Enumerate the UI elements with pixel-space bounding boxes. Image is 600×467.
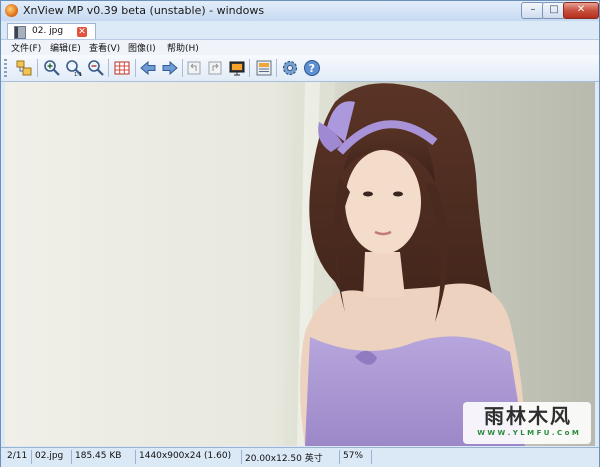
tab-image[interactable]: 02. jpg ✕ xyxy=(7,23,96,40)
tab-bar: 02. jpg ✕ xyxy=(1,21,599,40)
toolbar: 1:1 ? xyxy=(1,55,599,82)
arrow-right-icon[interactable] xyxy=(161,59,179,77)
status-separator xyxy=(31,450,32,464)
tab-close-button[interactable]: ✕ xyxy=(77,27,87,37)
watermark-logo: 雨林木风 W W W . Y L M F U . C o M xyxy=(467,404,589,438)
grid-icon[interactable] xyxy=(113,59,131,77)
status-print-size: 20.00x12.50 英寸 xyxy=(245,454,323,464)
rotate-left-icon[interactable] xyxy=(185,59,203,77)
svg-text:1:1: 1:1 xyxy=(74,72,82,77)
svg-text:?: ? xyxy=(309,62,315,75)
zoom-in-icon[interactable] xyxy=(43,59,61,77)
status-bar: 2/11 02.jpg 185.45 KB 1440x900x24 (1.60)… xyxy=(1,447,599,467)
zoom-out-icon[interactable] xyxy=(87,59,105,77)
menu-help[interactable]: 帮助(H) xyxy=(167,41,199,54)
close-button[interactable]: ✕ xyxy=(563,2,599,19)
status-dimensions: 1440x900x24 (1.60) xyxy=(139,451,232,461)
watermark-main-text: 雨林木风 xyxy=(484,404,572,428)
status-separator xyxy=(135,450,136,464)
title-bar[interactable]: XnView MP v0.39 beta (unstable) - window… xyxy=(1,1,599,21)
toolbar-grip[interactable] xyxy=(4,59,7,77)
status-separator xyxy=(371,450,372,464)
menu-edit[interactable]: 编辑(E) xyxy=(50,41,81,54)
toolbar-separator xyxy=(108,59,109,77)
status-separator xyxy=(241,450,242,464)
status-filesize: 185.45 KB xyxy=(75,451,122,461)
xnview-logo-icon xyxy=(5,4,18,17)
arrow-left-icon[interactable] xyxy=(139,59,157,77)
status-separator xyxy=(339,450,340,464)
window-title: XnView MP v0.39 beta (unstable) - window… xyxy=(23,4,265,17)
menu-image[interactable]: 图像(I) xyxy=(128,41,156,54)
browser-icon[interactable] xyxy=(15,59,33,77)
toolbar-separator xyxy=(37,59,38,77)
tab-label: 02. jpg xyxy=(32,26,64,36)
displayed-photo xyxy=(5,82,595,446)
status-separator xyxy=(71,450,72,464)
toolbar-separator xyxy=(276,59,277,77)
status-zoom: 57% xyxy=(343,451,364,461)
toolbar-separator xyxy=(135,59,136,77)
app-window: XnView MP v0.39 beta (unstable) - window… xyxy=(0,0,600,467)
help-icon[interactable]: ? xyxy=(303,59,321,77)
info-icon[interactable] xyxy=(255,59,273,77)
menu-file[interactable]: 文件(F) xyxy=(11,41,41,54)
status-filename: 02.jpg xyxy=(35,451,64,461)
zoom-actual-icon[interactable]: 1:1 xyxy=(65,59,83,78)
image-viewport[interactable]: 雨林木风 W W W . Y L M F U . C o M xyxy=(5,82,595,446)
slideshow-icon[interactable] xyxy=(228,59,246,77)
rotate-right-icon[interactable] xyxy=(206,59,224,77)
status-image-index: 2/11 xyxy=(7,451,28,461)
menu-view[interactable]: 查看(V) xyxy=(89,41,120,54)
menu-bar: 文件(F) 编辑(E) 查看(V) 图像(I) 帮助(H) xyxy=(1,39,599,55)
toolbar-separator xyxy=(249,59,250,77)
settings-icon[interactable] xyxy=(281,59,299,77)
watermark-url-text: W W W . Y L M F U . C o M xyxy=(477,429,579,437)
image-thumbnail-icon xyxy=(14,26,26,39)
toolbar-separator xyxy=(182,59,183,77)
